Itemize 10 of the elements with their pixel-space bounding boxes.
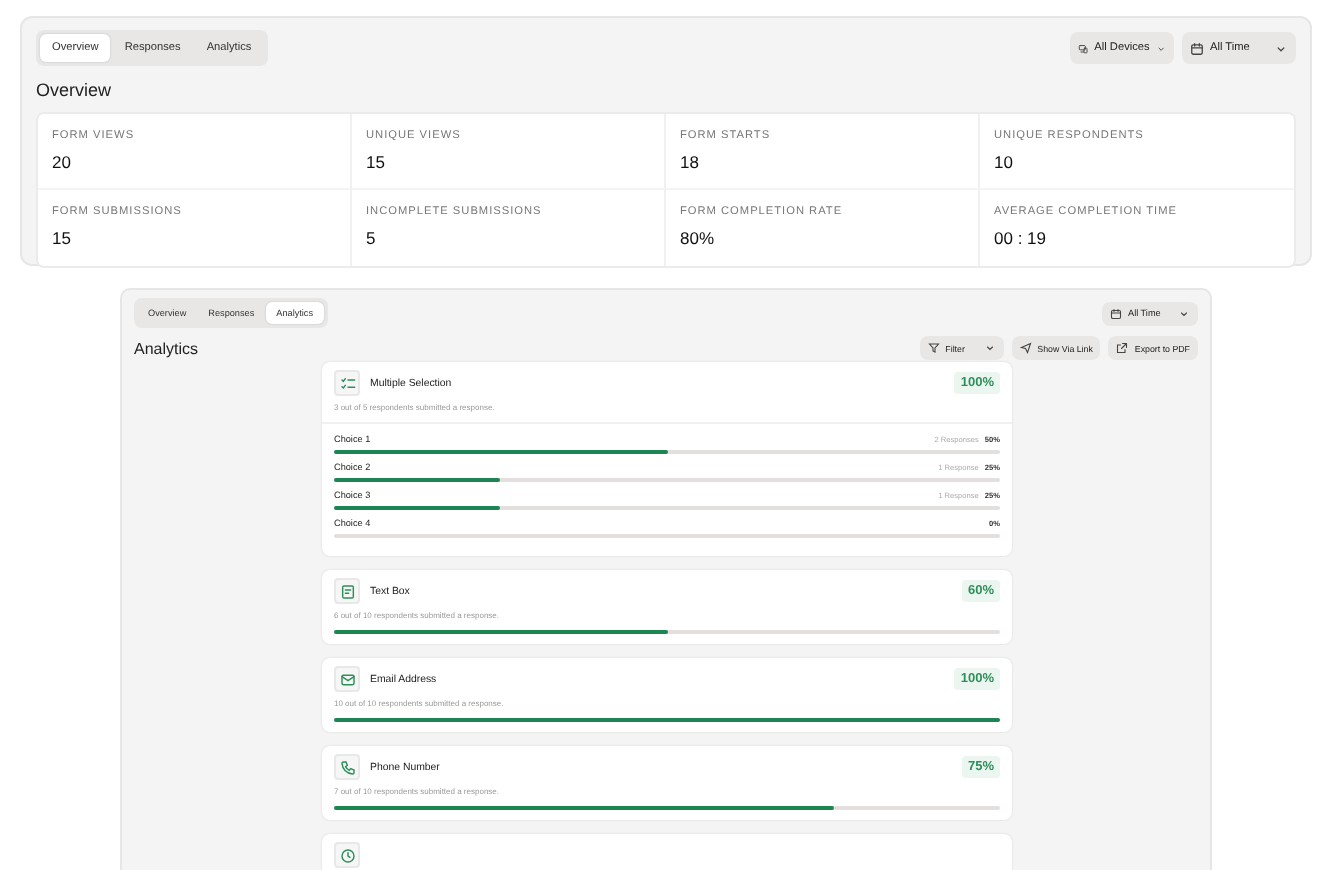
stat-value: 15	[366, 152, 387, 172]
stat-value: 15	[52, 228, 73, 248]
section-title: Analytics	[134, 339, 199, 357]
stat-value: 18	[680, 152, 701, 172]
stat-value: 20	[52, 152, 73, 172]
stat-value: 00 : 19	[994, 228, 1048, 248]
stat-value: 10	[994, 152, 1015, 172]
stat-value: 5	[366, 228, 378, 248]
stat-value: 80%	[680, 228, 717, 248]
section-title: Overview	[36, 80, 114, 100]
